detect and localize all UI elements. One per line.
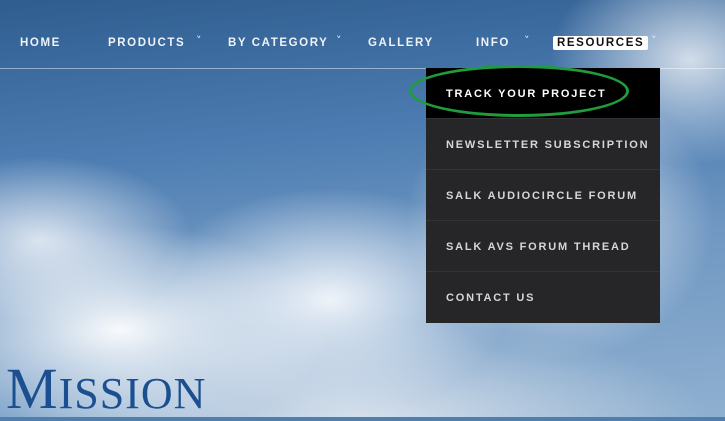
nav-home[interactable]: HOME: [20, 37, 61, 49]
menu-item-label: CONTACT US: [446, 292, 536, 304]
resources-chevron-icon[interactable]: ˅: [651, 34, 657, 47]
nav-info[interactable]: INFO: [476, 37, 510, 49]
nav-gallery[interactable]: GALLERY: [368, 37, 434, 49]
nav-by-category[interactable]: BY CATEGORY: [228, 37, 328, 49]
hero-heading-initial: M: [6, 356, 59, 421]
hero-heading: MISSION: [6, 360, 206, 418]
menu-item-track-your-project[interactable]: TRACK YOUR PROJECT: [426, 68, 660, 119]
resources-dropdown-menu: TRACK YOUR PROJECT NEWSLETTER SUBSCRIPTI…: [426, 68, 660, 323]
top-navigation: HOME PRODUCTS ˅ BY CATEGORY ˅ GALLERY IN…: [0, 0, 725, 69]
by-category-chevron-icon[interactable]: ˅: [336, 34, 342, 47]
hero-heading-rest: ISSION: [58, 369, 207, 418]
menu-item-salk-avs-forum-thread[interactable]: SALK AVS FORUM THREAD: [426, 221, 660, 272]
menu-item-label: SALK AVS FORUM THREAD: [446, 241, 631, 253]
nav-resources[interactable]: RESOURCES: [553, 36, 649, 50]
menu-item-label: TRACK YOUR PROJECT: [446, 88, 607, 100]
menu-item-label: SALK AUDIOCIRCLE FORUM: [446, 190, 638, 202]
menu-item-label: NEWSLETTER SUBSCRIPTION: [446, 139, 650, 151]
info-chevron-icon[interactable]: ˅: [524, 34, 530, 47]
menu-item-salk-audiocircle-forum[interactable]: SALK AUDIOCIRCLE FORUM: [426, 170, 660, 221]
menu-item-newsletter-subscription[interactable]: NEWSLETTER SUBSCRIPTION: [426, 119, 660, 170]
products-chevron-icon[interactable]: ˅: [196, 34, 202, 47]
nav-products[interactable]: PRODUCTS: [108, 37, 185, 49]
menu-item-contact-us[interactable]: CONTACT US: [426, 272, 660, 323]
